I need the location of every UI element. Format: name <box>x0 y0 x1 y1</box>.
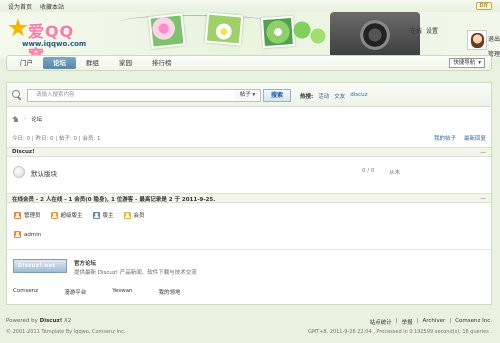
forum-last-post: 从未 <box>389 170 401 176</box>
hot-search: 热搜: 活动 交友 discuz <box>300 92 368 100</box>
collapse-icon[interactable]: — <box>480 195 486 202</box>
site-stats-link[interactable]: 站点统计 <box>370 318 392 326</box>
set-homepage-link[interactable]: 设为首页 <box>8 2 32 11</box>
search-button[interactable]: 搜索 <box>263 89 291 102</box>
hot-word-link[interactable]: 活动 <box>318 92 329 100</box>
nav-home[interactable]: 家园 <box>109 57 142 69</box>
search-bar: 请输入搜索内容 帖子 ▾ 搜索 热搜: 活动 交友 discuz <box>7 83 491 107</box>
comsenz-link[interactable]: Comsenz Inc. <box>455 318 492 326</box>
daisy-photo <box>204 12 244 46</box>
site-logo[interactable]: 爱QQ窝 www.iqqwo.com <box>6 12 87 58</box>
breadcrumb: › 论坛 <box>12 115 42 123</box>
powered-by: Powered by Discuz! X2 <box>6 318 72 324</box>
user-icon <box>50 211 58 219</box>
latest-replies-link[interactable]: 最新回复 <box>464 134 486 142</box>
forum-row: 默认版块 0 / 0 从未 <box>7 162 491 182</box>
partner-logo[interactable]: Discuz!.net <box>13 259 67 273</box>
logo-text: 爱QQ窝 <box>28 22 75 58</box>
discuz-link[interactable]: Discuz! <box>40 318 63 324</box>
leaves-decoration <box>290 18 330 48</box>
online-status-link[interactable]: 在线 <box>410 26 422 35</box>
text-link[interactable]: Yeswan <box>112 288 132 296</box>
forum-thread-count: 0 / 0 <box>362 168 375 174</box>
logout-link[interactable]: 退出 <box>488 34 500 43</box>
main-nav: 门户 论坛 群组 家园 排行榜 快捷导航 ▾ <box>6 55 492 71</box>
legend-item: 版主 <box>92 211 114 219</box>
user-icon <box>123 211 131 219</box>
collapse-icon[interactable]: — <box>480 149 486 156</box>
forum-panel: 请输入搜索内容 帖子 ▾ 搜索 热搜: 活动 交友 discuz › 论坛 今日… <box>6 82 492 305</box>
camera-decoration <box>330 12 420 58</box>
user-links: 在线 设置 <box>410 26 438 35</box>
hot-search-label: 热搜: <box>300 94 314 100</box>
logo-url: www.iqqwo.com <box>22 40 87 48</box>
friend-links: Discuz!.net 官方论坛 提供最新 Discuz! 产品新闻、软件下载与… <box>7 249 491 305</box>
nav-ranking[interactable]: 排行榜 <box>142 57 182 69</box>
online-user: admin <box>14 231 41 238</box>
hot-word-link[interactable]: discuz <box>350 92 367 100</box>
avatar[interactable] <box>467 30 487 50</box>
user-icon <box>92 211 100 219</box>
text-link[interactable]: 漫游平台 <box>64 288 86 296</box>
text-link[interactable]: Comsenz <box>13 288 38 296</box>
online-user-link[interactable]: admin <box>24 232 41 238</box>
forum-stats: 今日: 0 | 昨日: 0 | 帖子: 0 | 会员: 1 <box>12 136 101 142</box>
copyright: © 2001-2011 Template By Iqqwo, Comsenz I… <box>6 329 126 335</box>
star-icon <box>8 18 28 37</box>
quick-nav-button[interactable]: 快捷导航 ▾ <box>449 58 485 68</box>
report-link[interactable]: 举报 <box>402 318 413 326</box>
partner-description: 提供最新 Discuz! 产品新闻、软件下载与技术交流 <box>74 270 197 276</box>
photo-string-decoration <box>120 15 270 29</box>
category-title[interactable]: Discuz! <box>12 149 35 155</box>
legend-item: 管理员 <box>14 211 41 219</box>
forum-status-icon <box>13 166 25 178</box>
search-icon <box>12 90 22 100</box>
search-type-select[interactable]: 帖子 ▾ <box>235 89 261 102</box>
user-icon <box>14 231 21 238</box>
partner-title-link[interactable]: 官方论坛 <box>74 259 96 267</box>
search-type-label: 帖子 <box>239 92 251 98</box>
user-icon <box>14 211 21 219</box>
avatar-face-icon <box>471 33 484 48</box>
footer-links: 站点统计 | 举报 | Archiver | Comsenz Inc. <box>369 318 492 326</box>
chevron-down-icon: ▾ <box>478 59 481 66</box>
text-link[interactable]: 我的领地 <box>158 288 180 296</box>
bookmark-link[interactable]: 收藏本站 <box>40 2 64 11</box>
online-summary[interactable]: 在线会员 - 2 人在线 - 1 会员(0 隐身), 1 位游客 - 最高记录是… <box>12 195 215 203</box>
flower-photo <box>148 13 186 49</box>
hot-word-link[interactable]: 交友 <box>334 92 345 100</box>
nav-forum[interactable]: 论坛 <box>43 57 76 69</box>
group-legend: 管理员 超级版主 版主 会员 <box>14 211 145 219</box>
nav-portal[interactable]: 门户 <box>10 57 43 69</box>
settings-link[interactable]: 设置 <box>426 26 438 35</box>
diy-button[interactable]: DIY <box>475 2 492 10</box>
nav-groups[interactable]: 群组 <box>76 57 109 69</box>
home-icon[interactable] <box>12 116 19 122</box>
my-posts-link[interactable]: 我的帖子 <box>434 134 456 142</box>
site-header: 爱QQ窝 www.iqqwo.com 在线 设置 退出 管理 <box>0 12 500 58</box>
debug-info: GMT+8, 2011-9-26 22:04 , Processed in 0.… <box>307 329 492 335</box>
category-header: Discuz! — <box>7 147 491 157</box>
top-bar: 设为首页 收藏本站 DIY <box>0 0 500 12</box>
archiver-link[interactable]: Archiver <box>422 318 445 326</box>
forum-name-link[interactable]: 默认版块 <box>31 168 57 178</box>
search-input[interactable]: 请输入搜索内容 <box>27 89 237 102</box>
breadcrumb-forum[interactable]: 论坛 <box>31 115 42 123</box>
online-header: 在线会员 - 2 人在线 - 1 会员(0 隐身), 1 位游客 - 最高记录是… <box>7 193 491 203</box>
separator-icon: › <box>24 116 27 122</box>
legend-item: 会员 <box>123 211 145 219</box>
legend-item: 超级版主 <box>50 211 83 219</box>
quick-nav-label: 快捷导航 <box>453 59 476 66</box>
